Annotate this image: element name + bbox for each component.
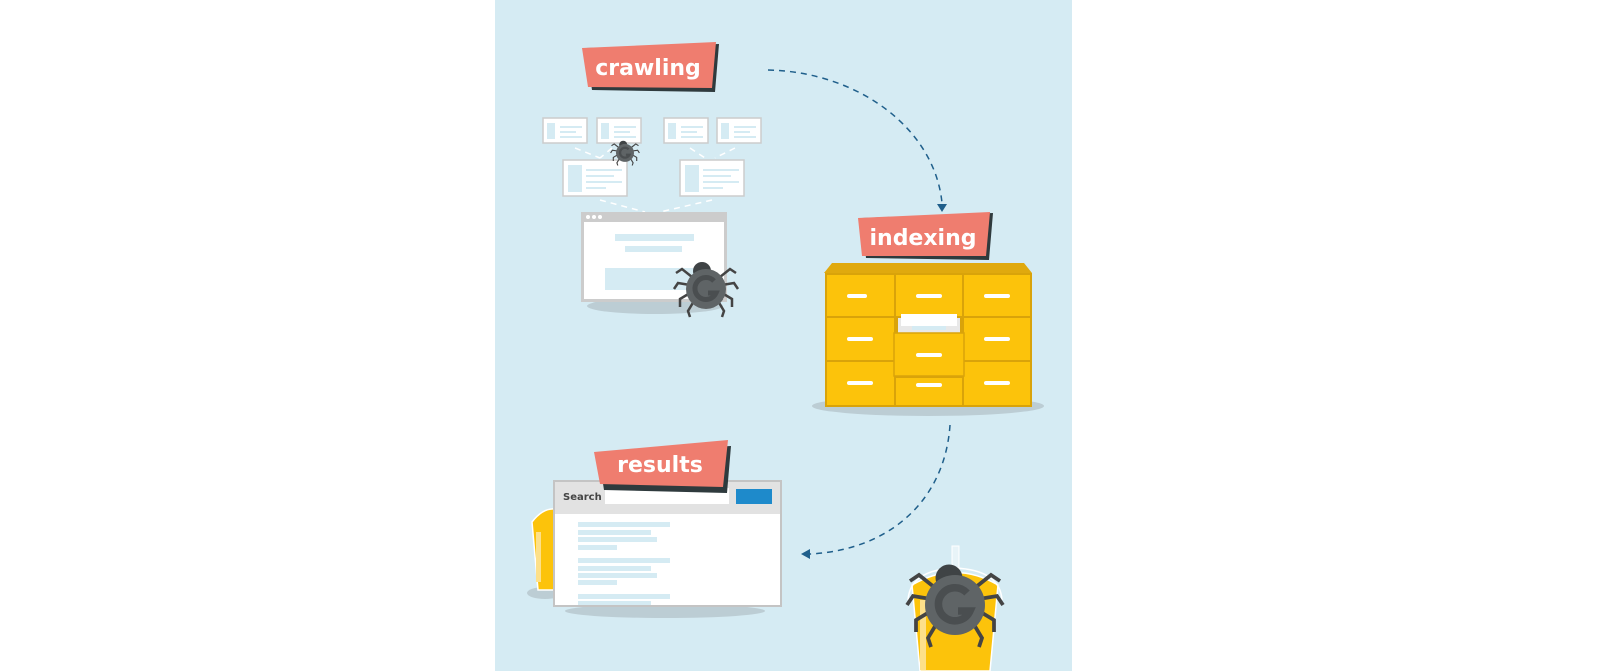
- results-label: results: [617, 453, 703, 478]
- filing-cabinet-icon: [812, 263, 1044, 416]
- crawling-banner: crawling: [582, 42, 719, 92]
- search-label: Search: [563, 492, 602, 503]
- browser-window-icon: [679, 159, 745, 197]
- results-browser-window: Search: [553, 480, 782, 607]
- crawling-label: crawling: [595, 56, 701, 81]
- indexing-label: indexing: [869, 226, 976, 251]
- browser-window-icon: [542, 117, 588, 144]
- browser-window-icon: [596, 117, 642, 144]
- indexing-banner: indexing: [858, 212, 993, 260]
- browser-window-icon: [716, 117, 762, 144]
- browser-window-icon: [663, 117, 709, 144]
- search-process-diagram: crawling indexing Search results: [495, 0, 1072, 671]
- search-button[interactable]: [736, 489, 772, 504]
